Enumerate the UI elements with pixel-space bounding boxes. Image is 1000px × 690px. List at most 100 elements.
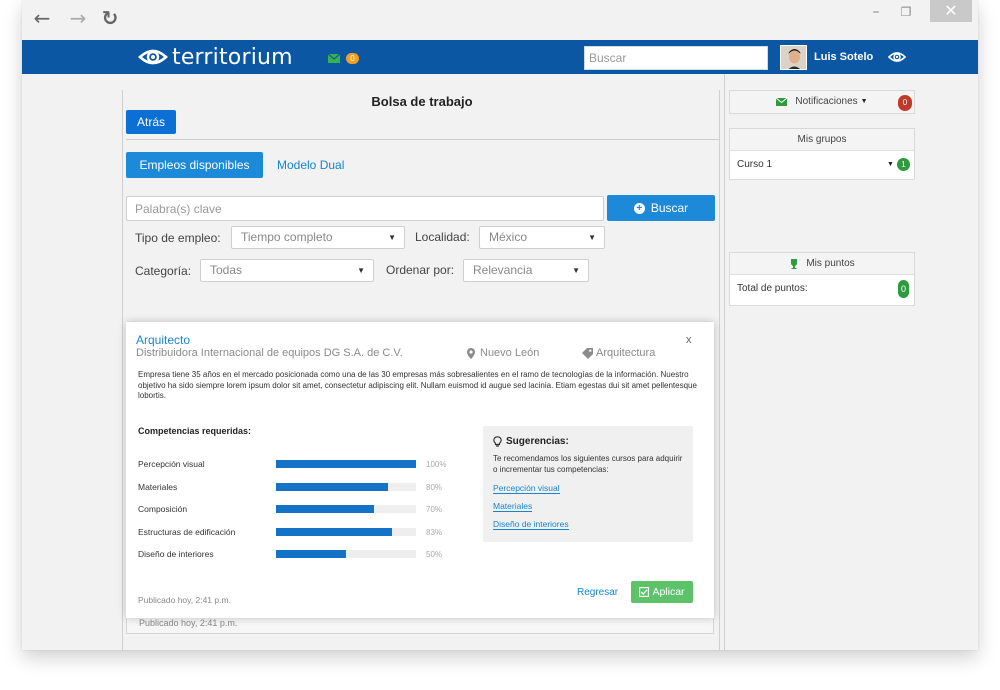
user-name[interactable]: Luis Sotelo: [814, 51, 873, 63]
tab-dual-model[interactable]: Modelo Dual: [277, 158, 344, 172]
job-detail-card: Arquitecto Distribuidora Internacional d…: [126, 322, 714, 618]
course-link-materials[interactable]: Materiales: [493, 501, 533, 512]
skill-percent: 70%: [426, 505, 443, 514]
skill-name: Materiales: [138, 482, 178, 492]
caret-down-icon: ▼: [572, 266, 580, 275]
category-select[interactable]: Todas ▼: [200, 259, 374, 282]
close-card-button[interactable]: x: [686, 334, 692, 346]
notifications-label: Notificaciones: [795, 96, 858, 107]
skill-row: Percepción visual 100%: [138, 459, 468, 471]
search-button-label: Buscar: [650, 201, 689, 215]
suggestions-box: Sugerencias: Te recomendamos los siguien…: [483, 426, 693, 542]
skill-bar-fill: [276, 550, 346, 558]
suggestions-text: Te recomendamos los siguientes cursos pa…: [493, 454, 683, 474]
points-header: Mis puntos: [730, 253, 914, 275]
mail-icon: [776, 98, 788, 106]
caret-down-icon: ▼: [357, 266, 365, 275]
skill-percent: 83%: [426, 528, 443, 537]
skill-name: Estructuras de edificación: [138, 527, 236, 537]
course-link-visual-perception[interactable]: Percepción visual: [493, 483, 560, 494]
user-photo-icon: [781, 46, 806, 69]
map-pin-icon: [467, 347, 475, 359]
tab-available-jobs[interactable]: Empleos disponibles: [126, 152, 263, 178]
caret-down-icon: ▼: [588, 233, 596, 242]
job-location-text: Nuevo León: [480, 347, 540, 359]
close-window-icon[interactable]: ✕: [930, 0, 972, 22]
group-name: Curso 1: [737, 159, 773, 170]
points-card: Mis puntos Total de puntos: 0: [729, 252, 915, 306]
app-header: territorium 0 Luis Sotelo: [22, 40, 978, 74]
eye-icon[interactable]: [888, 50, 906, 64]
brand-logo[interactable]: territorium: [138, 44, 293, 70]
lightbulb-icon: [493, 436, 502, 447]
return-button[interactable]: Regresar: [577, 587, 618, 598]
location-value: México: [489, 230, 528, 244]
back-arrow-icon[interactable]: ←: [30, 6, 54, 30]
skill-bar-track: [276, 460, 416, 468]
skill-percent: 100%: [426, 460, 447, 469]
caret-down-icon: ▼: [887, 161, 894, 168]
back-button[interactable]: Atrás: [126, 110, 176, 134]
plus-circle-icon: +: [633, 202, 645, 214]
total-points-label: Total de puntos:: [737, 283, 808, 294]
published-date: Publicado hoy, 2:41 p.m.: [139, 618, 238, 628]
skill-percent: 50%: [426, 550, 443, 559]
groups-title: Mis grupos: [730, 129, 914, 151]
job-category: Arquitectura: [582, 347, 655, 359]
skill-name: Percepción visual: [138, 459, 205, 469]
notifications-card[interactable]: Notificaciones ▼ 0: [729, 90, 915, 114]
location-label: Localidad:: [415, 230, 470, 244]
sidebar: Notificaciones ▼ 0 Mis grupos Curso 1 ▼ …: [724, 74, 978, 650]
mail-icon[interactable]: [328, 54, 340, 63]
job-title[interactable]: Arquitecto: [136, 333, 190, 347]
sort-value: Relevancia: [473, 263, 533, 277]
category-value: Todas: [210, 263, 243, 277]
notifications-badge: 0: [898, 95, 912, 111]
total-points-row: Total de puntos: 0: [730, 275, 914, 302]
skill-bar-fill: [276, 505, 374, 513]
employment-type-value: Tiempo completo: [241, 230, 333, 244]
forward-arrow-icon[interactable]: →: [66, 6, 90, 30]
skill-name: Composición: [138, 504, 188, 514]
page-title: Bolsa de trabajo: [371, 94, 473, 109]
job-description: Empresa tiene 35 años en el mercado posi…: [138, 370, 697, 400]
reload-icon[interactable]: ↻: [98, 6, 122, 30]
job-location: Nuevo León: [467, 347, 539, 359]
suggestions-title: Sugerencias:: [493, 436, 569, 447]
notifications-header[interactable]: Notificaciones ▼: [730, 91, 914, 113]
job-category-text: Arquitectura: [596, 347, 656, 359]
location-select[interactable]: México ▼: [479, 226, 605, 249]
search-button[interactable]: + Buscar: [607, 195, 715, 221]
skill-bar-fill: [276, 528, 393, 536]
skill-bar-fill: [276, 483, 388, 491]
skill-name: Diseño de interiores: [138, 549, 214, 559]
sort-label: Ordenar por:: [386, 263, 455, 277]
caret-down-icon: ▼: [860, 98, 868, 105]
apply-button-label: Aplicar: [652, 586, 685, 598]
brand-name: territorium: [172, 44, 293, 70]
keyword-input[interactable]: [126, 196, 604, 221]
skill-bar-track: [276, 505, 416, 513]
apply-button[interactable]: Aplicar: [631, 581, 693, 603]
sort-select[interactable]: Relevancia ▼: [463, 259, 589, 282]
published-date: Publicado hoy, 2:41 p.m.: [138, 595, 231, 605]
group-item[interactable]: Curso 1 ▼ 1: [730, 151, 914, 178]
restore-icon[interactable]: ❐: [896, 2, 916, 22]
browser-window: ← → ↻ – ❐ ✕ territorium 0 Buscar Luis So…: [22, 0, 978, 650]
skill-row: Diseño de interiores 50%: [138, 549, 468, 561]
avatar[interactable]: [780, 45, 807, 70]
employment-type-label: Tipo de empleo:: [135, 231, 221, 245]
divider: [126, 139, 719, 140]
skill-row: Materiales 80%: [138, 482, 468, 494]
skill-bar-track: [276, 528, 416, 536]
points-title: Mis puntos: [806, 257, 855, 269]
search-input[interactable]: [584, 46, 768, 70]
minimize-icon[interactable]: –: [866, 2, 886, 22]
skill-row: Estructuras de edificación 83%: [138, 527, 468, 539]
messages-badge: 0: [346, 53, 359, 64]
skill-bar-track: [276, 550, 416, 558]
check-square-icon: [639, 587, 650, 597]
groups-card: Mis grupos Curso 1 ▼ 1: [729, 128, 915, 180]
course-link-interior-design[interactable]: Diseño de interiores: [493, 519, 569, 530]
employment-type-select[interactable]: Tiempo completo ▼: [231, 226, 405, 249]
